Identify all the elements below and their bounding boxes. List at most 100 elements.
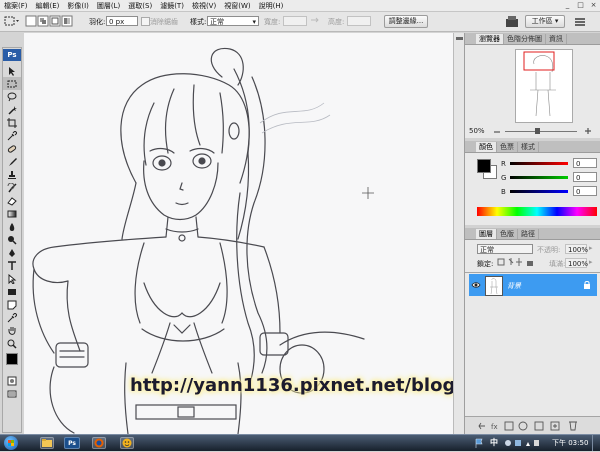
tab-styles[interactable]: 樣式 [518, 142, 539, 152]
tab-channels[interactable]: 色版 [497, 229, 518, 239]
taskbar-firefox-icon[interactable] [92, 437, 106, 449]
channel-r-label: R [501, 160, 506, 168]
notes-tool-icon[interactable] [3, 298, 21, 311]
line-art-sketch [32, 47, 374, 434]
selection-mode-icons[interactable] [25, 15, 73, 27]
color-fg-swatch[interactable] [477, 159, 491, 173]
menu-layer[interactable]: 圖層(L) [93, 1, 124, 11]
tab-color[interactable]: 顏色 [476, 142, 497, 152]
workspace-button[interactable]: 工作區 ▾ [525, 15, 565, 28]
menu-filter[interactable]: 濾鏡(T) [156, 1, 188, 11]
tab-histogram[interactable]: 色階分佈圖 [504, 34, 546, 44]
pen-tool-icon[interactable] [3, 246, 21, 259]
menu-image[interactable]: 影像(I) [63, 1, 93, 11]
fill-input[interactable]: 100% [565, 258, 588, 268]
tray-flag-icon[interactable] [474, 438, 484, 448]
channel-b-slider[interactable] [510, 190, 568, 193]
channel-r-input[interactable]: 0 [573, 158, 597, 168]
link-layers-icon [478, 422, 485, 430]
close-button[interactable]: × [587, 0, 600, 10]
marquee-tool-icon[interactable] [3, 77, 21, 90]
lock-icons[interactable] [497, 258, 535, 267]
clone-stamp-icon[interactable] [3, 168, 21, 181]
magic-wand-icon[interactable] [3, 103, 21, 116]
panel-grip-icon[interactable] [456, 37, 463, 40]
dodge-tool-icon[interactable] [3, 233, 21, 246]
gradient-tool-icon[interactable] [3, 207, 21, 220]
crop-tool-icon[interactable] [3, 116, 21, 129]
healing-brush-icon[interactable] [3, 142, 21, 155]
zoom-slider-thumb[interactable] [535, 128, 540, 134]
channel-g-label: G [501, 174, 507, 182]
start-button[interactable] [4, 436, 18, 450]
blur-tool-icon[interactable] [3, 220, 21, 233]
tab-layers[interactable]: 圖層 [476, 229, 497, 239]
tab-navigator[interactable]: 瀏覽器 [476, 34, 504, 44]
screen-mode-icon[interactable] [3, 387, 21, 400]
tab-swatches[interactable]: 色票 [497, 142, 518, 152]
tab-info[interactable]: 資訊 [546, 34, 567, 44]
menu-help[interactable]: 說明(H) [255, 1, 288, 11]
window-controls: _ □ × [561, 0, 600, 10]
quick-mask-icon[interactable] [3, 374, 21, 387]
layers-footer: fx [465, 416, 600, 435]
tab-paths[interactable]: 路徑 [518, 229, 539, 239]
layer-name[interactable]: 背景 [507, 281, 521, 291]
show-desktop-button[interactable] [592, 435, 600, 451]
ime-indicator[interactable]: 中 [490, 437, 498, 448]
maximize-button[interactable]: □ [574, 0, 587, 10]
channel-b-input[interactable]: 0 [573, 186, 597, 196]
zoom-in-icon[interactable] [583, 126, 593, 136]
zoom-tool-icon[interactable] [3, 337, 21, 350]
clock[interactable]: 下午 03:50 [552, 438, 588, 448]
menu-view[interactable]: 檢視(V) [188, 1, 220, 11]
tray-icons[interactable] [504, 438, 540, 448]
history-brush-icon[interactable] [3, 181, 21, 194]
lasso-tool-icon[interactable] [3, 90, 21, 103]
style-select[interactable]: 正常 ▾ [207, 16, 259, 26]
shape-tool-icon[interactable] [3, 285, 21, 298]
opacity-arrow-icon[interactable]: ▸ [589, 244, 593, 252]
brush-tool-icon[interactable] [3, 155, 21, 168]
eraser-tool-icon[interactable] [3, 194, 21, 207]
color-swatches[interactable] [3, 350, 22, 374]
zoom-slider-track[interactable] [505, 131, 577, 132]
type-tool-icon[interactable] [3, 259, 21, 272]
taskbar-photoshop-button[interactable]: Ps [64, 437, 80, 449]
taskbar-explorer-icon[interactable] [40, 437, 54, 449]
menu-file[interactable]: 檔案(F) [0, 1, 32, 11]
crosshair-cursor-icon [362, 187, 374, 199]
antialias-checkbox[interactable] [141, 17, 150, 26]
menu-window[interactable]: 視窗(W) [220, 1, 254, 11]
color-spectrum-bar[interactable] [477, 207, 597, 216]
feather-input[interactable]: 0 px [106, 16, 138, 26]
refine-edge-button[interactable]: 調整邊緣... [384, 15, 428, 28]
eye-icon[interactable] [471, 280, 481, 290]
layers-body: 正常 不透明: 100% ▸ 鎖定: 填滿: 100% ▸ 背景 fx [465, 240, 600, 435]
channel-r-slider[interactable] [510, 162, 568, 165]
hand-tool-icon[interactable] [3, 324, 21, 337]
eyedropper-icon[interactable] [3, 129, 21, 142]
path-select-icon[interactable] [3, 272, 21, 285]
channel-g-slider[interactable] [510, 176, 568, 179]
foreground-color-swatch[interactable] [6, 353, 18, 365]
fill-arrow-icon[interactable]: ▸ [589, 258, 593, 266]
navigator-thumbnail[interactable] [515, 49, 573, 123]
menu-select[interactable]: 選取(S) [124, 1, 156, 11]
menu-bar: 檔案(F) 編輯(E) 影像(I) 圖層(L) 選取(S) 濾鏡(T) 檢視(V… [0, 0, 600, 12]
channel-g-input[interactable]: 0 [573, 172, 597, 182]
taskbar-messenger-icon[interactable] [120, 437, 134, 449]
marquee-preset-icon[interactable] [3, 15, 21, 27]
workspace-list-icon[interactable] [575, 17, 585, 27]
zoom-percent[interactable]: 50% [469, 127, 485, 135]
layer-row-background[interactable]: 背景 [469, 274, 597, 296]
menu-edit[interactable]: 編輯(E) [32, 1, 64, 11]
minimize-button[interactable]: _ [561, 0, 574, 10]
move-tool-icon[interactable] [3, 64, 21, 77]
feather-label: 羽化: [89, 18, 106, 26]
zoom-out-icon[interactable] [493, 129, 501, 134]
blend-mode-select[interactable]: 正常 [477, 244, 533, 254]
opacity-input[interactable]: 100% [565, 244, 588, 254]
eyedropper2-icon[interactable] [3, 311, 21, 324]
document-canvas[interactable]: http://yann1136.pixnet.net/blog [24, 33, 453, 434]
